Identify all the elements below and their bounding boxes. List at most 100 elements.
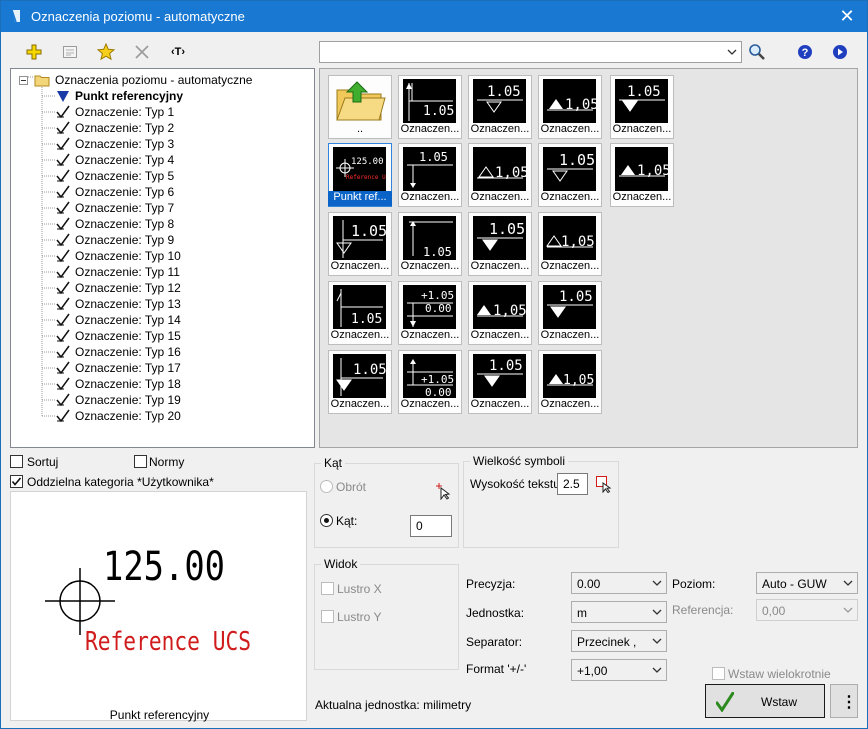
oddzielna-checkbox[interactable] bbox=[10, 475, 23, 488]
properties-button[interactable] bbox=[59, 41, 81, 63]
separator-select[interactable]: Przecinek , bbox=[571, 630, 667, 652]
checkmark-icon bbox=[716, 692, 734, 712]
tile-thumbnail: 125.00 Reference UCS bbox=[333, 147, 393, 191]
close-button[interactable]: ✕ bbox=[827, 1, 867, 32]
tile-caption: Oznaczen... bbox=[470, 329, 530, 341]
tree-item[interactable]: Oznaczenie: Typ 3 bbox=[11, 136, 311, 152]
tree-item-label: Oznaczenie: Typ 8 bbox=[75, 217, 175, 231]
normy-checkbox[interactable] bbox=[134, 455, 147, 468]
svg-text:1.05: 1.05 bbox=[423, 104, 454, 119]
add-button[interactable] bbox=[23, 41, 45, 63]
gallery-tile[interactable]: 1.05 Oznaczen... bbox=[328, 212, 392, 276]
gallery-tile[interactable]: 1.05 Oznaczen... bbox=[610, 75, 674, 139]
tree-item[interactable]: Oznaczenie: Typ 10 bbox=[11, 248, 311, 264]
tree-item[interactable]: Oznaczenie: Typ 6 bbox=[11, 184, 311, 200]
gallery-tile[interactable]: 1.05 Oznaczen... bbox=[468, 350, 532, 414]
gallery-tile[interactable]: 1.05 Oznaczen... bbox=[398, 75, 462, 139]
tree-item[interactable]: Oznaczenie: Typ 12 bbox=[11, 280, 311, 296]
gallery-tile[interactable]: 1.05 Oznaczen... bbox=[398, 212, 462, 276]
svg-text:1.05: 1.05 bbox=[487, 84, 521, 100]
gallery-tile[interactable]: 1,05 Oznaczen... bbox=[468, 143, 532, 207]
symbol-gallery[interactable]: .. 1.05 Oznaczen... 1.05 Oznaczen... 1,05 Ozna… bbox=[319, 68, 858, 448]
tile-thumbnail: 1,05 bbox=[615, 147, 671, 191]
tree-item[interactable]: Oznaczenie: Typ 8 bbox=[11, 216, 311, 232]
chevron-down-icon bbox=[652, 580, 662, 586]
more-button[interactable]: ⋮ bbox=[830, 684, 858, 718]
svg-text:1,05: 1,05 bbox=[637, 163, 668, 179]
kat-input[interactable]: 0 bbox=[410, 515, 452, 537]
sortuj-checkbox[interactable] bbox=[10, 455, 23, 468]
tree-item[interactable]: Oznaczenie: Typ 5 bbox=[11, 168, 311, 184]
gallery-tile[interactable]: 1.05 Oznaczen... bbox=[328, 281, 392, 345]
tree-item[interactable]: Oznaczenie: Typ 19 bbox=[11, 392, 311, 408]
gallery-tile[interactable]: 1.05 Oznaczen... bbox=[398, 143, 462, 207]
tile-thumbnail: +1.05 0.00 bbox=[403, 285, 456, 329]
level-mark-icon bbox=[56, 105, 70, 119]
tree-item-punkt-referencyjny[interactable]: Punkt referencyjny bbox=[11, 88, 311, 104]
help-button[interactable]: ? bbox=[794, 41, 816, 63]
tree-item[interactable]: Oznaczenie: Typ 18 bbox=[11, 376, 311, 392]
gallery-tile[interactable]: +1.05 0.00 Oznaczen... bbox=[398, 350, 462, 414]
search-combo[interactable] bbox=[319, 41, 742, 63]
lustro-y-checkbox[interactable] bbox=[321, 610, 334, 623]
gallery-tile[interactable]: 1.05 Oznaczen... bbox=[328, 350, 392, 414]
tree-item[interactable]: Oznaczenie: Typ 4 bbox=[11, 152, 311, 168]
favorite-button[interactable] bbox=[95, 41, 117, 63]
wstaw-wielokrotnie-label: Wstaw wielokrotnie bbox=[728, 667, 831, 681]
referencja-select[interactable]: 0,00 bbox=[756, 599, 858, 621]
tile-caption: Oznaczen... bbox=[470, 191, 530, 203]
svg-text:0.00: 0.00 bbox=[425, 386, 452, 398]
tree-item[interactable]: Oznaczenie: Typ 11 bbox=[11, 264, 311, 280]
format-select[interactable]: +1,00 bbox=[571, 659, 667, 681]
pick-size-icon[interactable] bbox=[595, 475, 613, 493]
tree-root[interactable]: Oznaczenia poziomu - automatyczne bbox=[11, 72, 311, 88]
gallery-tile[interactable]: 1,05 Oznaczen... bbox=[468, 281, 532, 345]
tree-item[interactable]: Oznaczenie: Typ 16 bbox=[11, 344, 311, 360]
tree-item[interactable]: Oznaczenie: Typ 14 bbox=[11, 312, 311, 328]
lustro-x-checkbox[interactable] bbox=[321, 582, 334, 595]
wstaw-wielokrotnie-checkbox[interactable] bbox=[712, 667, 725, 680]
tile-caption: Oznaczen... bbox=[540, 123, 600, 135]
svg-text:1.05: 1.05 bbox=[353, 362, 386, 378]
category-tree[interactable]: Oznaczenia poziomu - automatyczne Punkt … bbox=[10, 68, 315, 448]
gallery-tile[interactable]: 1,05 Oznaczen... bbox=[538, 212, 602, 276]
poziom-select[interactable]: Auto - GUW bbox=[756, 572, 858, 594]
gallery-tile-punkt-referencyjny[interactable]: 125.00 Reference UCS Punkt ref... bbox=[328, 143, 393, 207]
gallery-tile[interactable]: 1.05 Oznaczen... bbox=[538, 281, 602, 345]
obrot-radio[interactable] bbox=[320, 480, 333, 493]
search-button[interactable] bbox=[746, 41, 768, 63]
svg-text:Reference UCS: Reference UCS bbox=[346, 174, 386, 181]
tree-item[interactable]: Oznaczenie: Typ 1 bbox=[11, 104, 311, 120]
next-button[interactable] bbox=[829, 41, 851, 63]
kat-radio[interactable] bbox=[320, 514, 333, 527]
wstaw-button[interactable]: Wstaw bbox=[705, 684, 825, 718]
gallery-tile[interactable]: 1,05 Oznaczen... bbox=[610, 143, 674, 207]
tree-item[interactable]: Oznaczenie: Typ 13 bbox=[11, 296, 311, 312]
level-symbol: 1.05 bbox=[477, 358, 523, 387]
text-tag-button[interactable]: ‹T› bbox=[167, 41, 189, 63]
tree-item[interactable]: Oznaczenie: Typ 7 bbox=[11, 200, 311, 216]
tile-caption: Oznaczen... bbox=[330, 329, 390, 341]
jednostka-select[interactable]: m bbox=[571, 601, 667, 623]
gallery-tile[interactable]: 1.05 Oznaczen... bbox=[468, 75, 532, 139]
svg-text:1.05: 1.05 bbox=[419, 150, 448, 164]
gallery-tile[interactable]: 1,05 Oznaczen... bbox=[538, 350, 602, 414]
tree-item[interactable]: Oznaczenie: Typ 20 bbox=[11, 408, 311, 424]
tree-item[interactable]: Oznaczenie: Typ 15 bbox=[11, 328, 311, 344]
gallery-tile[interactable]: 1.05 Oznaczen... bbox=[538, 143, 602, 207]
gallery-tile-folder-up[interactable]: .. bbox=[328, 75, 392, 139]
precyzja-select[interactable]: 0.00 bbox=[571, 572, 667, 594]
pick-angle-icon[interactable] bbox=[435, 482, 451, 500]
wysokosc-input[interactable]: 2.5 bbox=[557, 473, 588, 495]
delete-icon bbox=[135, 45, 149, 59]
tree-item[interactable]: Oznaczenie: Typ 17 bbox=[11, 360, 311, 376]
title-bar: Oznaczenia poziomu - automatyczne ✕ bbox=[1, 1, 867, 32]
tile-thumbnail: 1.05 bbox=[473, 354, 526, 398]
tree-item[interactable]: Oznaczenie: Typ 2 bbox=[11, 120, 311, 136]
tree-item[interactable]: Oznaczenie: Typ 9 bbox=[11, 232, 311, 248]
level-symbol: +1.050.00 bbox=[407, 289, 454, 327]
gallery-tile[interactable]: +1.05 0.00 Oznaczen... bbox=[398, 281, 462, 345]
delete-button[interactable] bbox=[131, 41, 153, 63]
gallery-tile[interactable]: 1.05 Oznaczen... bbox=[468, 212, 532, 276]
gallery-tile[interactable]: 1,05 Oznaczen... bbox=[538, 75, 602, 139]
